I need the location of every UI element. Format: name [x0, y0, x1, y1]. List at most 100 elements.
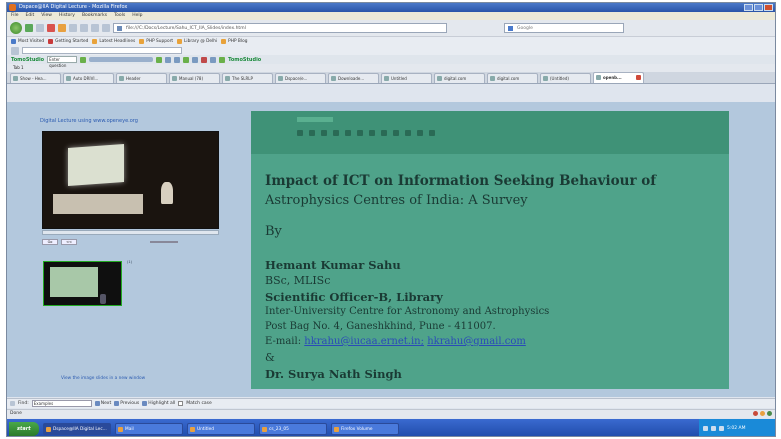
next-icon [94, 401, 100, 406]
tray-icon[interactable] [719, 426, 724, 431]
volume-slider[interactable] [150, 241, 178, 243]
stop-icon[interactable] [47, 24, 55, 32]
browser-tab[interactable]: The SLRLP [222, 73, 273, 83]
toolbar-icon[interactable] [183, 56, 190, 63]
lecture-link[interactable]: Digital Lecture using www.openeye.org [40, 118, 138, 124]
view-slides-link[interactable]: View the image slides in a new window [61, 376, 145, 381]
browser-tab[interactable]: Show - Hea... [10, 73, 61, 83]
toolbar-icon[interactable] [192, 56, 199, 63]
tab-row-label: Tab 1 [7, 64, 775, 72]
ribbon-tab [297, 117, 333, 122]
ribbon-icon [297, 129, 303, 136]
taskbar-item[interactable]: Firefox Volume [331, 422, 399, 435]
video-player[interactable] [42, 131, 219, 229]
home-icon[interactable] [58, 24, 66, 32]
lecture-desk [53, 194, 143, 214]
taskbar-item[interactable]: cs_23_05 [259, 422, 327, 435]
slide-toolbar-ribbon [251, 111, 729, 154]
print-icon[interactable] [69, 24, 77, 32]
browser-tab[interactable]: digital.com [487, 73, 538, 83]
firefox-icon [9, 4, 16, 11]
menu-bookmarks[interactable]: Bookmarks [82, 12, 107, 20]
toolbar-icon[interactable] [165, 56, 172, 63]
highlight-all-button[interactable]: Highlight all [142, 401, 175, 406]
rewind-button[interactable]: << [61, 239, 77, 245]
menu-tools[interactable]: Tools [114, 12, 125, 20]
menu-view[interactable]: View [41, 12, 52, 20]
tab-bar: Show - Hea... Auto DRIVI... Header Manua… [7, 72, 775, 84]
taskbar-item[interactable]: Untitled [187, 422, 255, 435]
toolbar-strip[interactable] [89, 57, 154, 62]
addon-status-icon[interactable] [760, 411, 765, 416]
browser-tab[interactable]: Downloade... [328, 73, 379, 83]
address-bar[interactable]: file:///C:/Docs/Lecture/Sahu_ICT_IIA_Sli… [113, 23, 447, 33]
search-input[interactable]: Google [504, 23, 624, 33]
menu-help[interactable]: Help [132, 12, 142, 20]
toolbar-icon[interactable] [80, 24, 88, 32]
bookmark-item[interactable]: Library @ Delhi [177, 39, 217, 44]
question-select[interactable]: Enter question [47, 56, 78, 68]
find-previous-button[interactable]: Previous [114, 401, 139, 406]
browser-tab-active[interactable]: openb... [593, 72, 644, 83]
browser-tab[interactable]: (Untitled) [540, 73, 591, 83]
browser-tab[interactable]: Auto DRIVI... [63, 73, 114, 83]
find-next-button[interactable]: Next [94, 401, 111, 406]
addon-status-icon[interactable] [753, 411, 758, 416]
tray-icon[interactable] [703, 426, 708, 431]
toolbar-icon[interactable] [102, 24, 110, 32]
menu-edit[interactable]: Edit [26, 12, 35, 20]
bookmark-item[interactable]: Most Visited [11, 39, 44, 44]
slide-thumbnail[interactable] [43, 261, 122, 306]
browser-tab[interactable]: Untitled [381, 73, 432, 83]
browser-tab[interactable]: Header [116, 73, 167, 83]
taskbar-item[interactable]: Dspace@IIA Digital Lec... [43, 422, 111, 435]
close-button[interactable] [764, 4, 773, 11]
close-tab-icon[interactable] [636, 75, 641, 80]
toolbar-icon[interactable] [219, 56, 226, 63]
menu-history[interactable]: History [59, 12, 75, 20]
browser-tab[interactable]: Manual (78) [169, 73, 220, 83]
bookmark-item[interactable]: PHP Blog [221, 39, 247, 44]
back-button[interactable] [10, 22, 22, 34]
video-controls: Go << [42, 238, 219, 246]
toolbar-icon[interactable] [210, 56, 217, 63]
menu-file[interactable]: File [11, 12, 19, 20]
slide-title-line2: Astrophysics Centres of India: A Survey [265, 193, 528, 208]
close-find-icon[interactable] [10, 401, 15, 406]
go-button[interactable]: Go [42, 239, 58, 245]
bookmark-item[interactable]: PHP Support [139, 39, 173, 44]
addon-icon[interactable] [11, 46, 19, 55]
slide-by: By [265, 224, 282, 239]
start-button[interactable]: start [9, 421, 39, 436]
bookmark-item[interactable]: Latest Headlines [92, 39, 135, 44]
thumbnail-person [100, 294, 106, 304]
reload-icon[interactable] [36, 24, 44, 32]
author-address: Post Bag No. 4, Ganeshkhind, Pune - 4110… [265, 321, 496, 332]
match-case-label: Match case [186, 401, 212, 406]
match-case-checkbox[interactable] [178, 401, 184, 406]
toolbar-icon[interactable] [201, 56, 208, 63]
addon-input[interactable] [22, 47, 182, 54]
status-bar: Done [7, 409, 775, 418]
browser-tab[interactable]: digital.com [434, 73, 485, 83]
email-link[interactable]: hkrahu@iucaa.ernet.in; [304, 336, 424, 347]
toolbar-icon[interactable] [156, 56, 163, 63]
find-input[interactable]: Examples [31, 400, 92, 407]
minimize-button[interactable] [744, 4, 753, 11]
maximize-button[interactable] [754, 4, 763, 11]
browser-tab[interactable]: Dspace/e... [275, 73, 326, 83]
video-seek-bar[interactable] [42, 230, 219, 235]
bookmark-item[interactable]: Getting Started [48, 39, 88, 44]
go-icon[interactable] [80, 56, 87, 63]
thumbnail-label: (1) [127, 260, 132, 264]
window-title: Dspace@IIA Digital Lecture - Mozilla Fir… [19, 4, 128, 10]
toolbar-icon[interactable] [174, 56, 181, 63]
toolbar-icon[interactable] [91, 24, 99, 32]
taskbar-item[interactable]: Mail [115, 422, 183, 435]
ampersand: & [265, 351, 275, 364]
tomostudio-logo: TomoStudio [11, 56, 45, 63]
forward-icon[interactable] [25, 24, 33, 32]
tray-icon[interactable] [711, 426, 716, 431]
email-link[interactable]: hkrahu@gmail.com [427, 336, 526, 347]
addon-status-icon[interactable] [767, 411, 772, 416]
